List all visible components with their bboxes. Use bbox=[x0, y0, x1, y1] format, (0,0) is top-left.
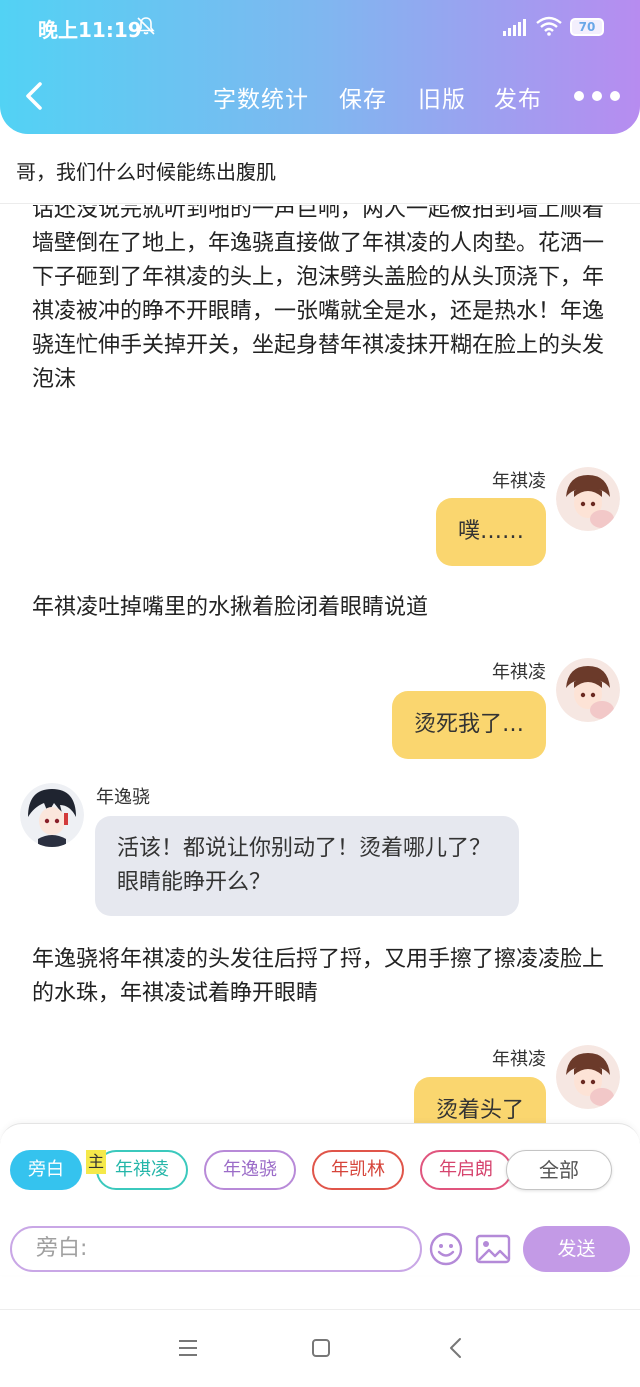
chat-bubble-self[interactable]: 烫着头了 bbox=[413, 1077, 546, 1123]
speaker-name: 年祺凌 bbox=[492, 471, 546, 492]
avatar-nian-qiling[interactable] bbox=[556, 658, 620, 722]
narration-text[interactable]: 年祺凌吐掉嘴里的水揪着脸闭着眼睛说道 bbox=[32, 591, 607, 625]
send-button[interactable]: 发送 bbox=[523, 1226, 630, 1272]
avatar-nian-qiling[interactable] bbox=[556, 1045, 620, 1109]
image-icon[interactable] bbox=[475, 1234, 511, 1264]
publish-button[interactable]: 发布 bbox=[494, 80, 542, 114]
battery-indicator: 70 bbox=[570, 18, 604, 36]
more-options-icon[interactable] bbox=[572, 88, 622, 104]
speaker-name: 年祺凌 bbox=[492, 1049, 546, 1070]
role-chip-char-1[interactable]: 年祺凌 bbox=[96, 1150, 188, 1190]
avatar-nian-yixiao[interactable] bbox=[20, 783, 84, 847]
narration-text[interactable]: 年逸骁将年祺凌的头发往后捋了捋，又用手擦了擦凌凌脸上的水珠，年祺凌试着睁开眼睛 bbox=[32, 943, 607, 1011]
status-time: 晚上11:19 bbox=[38, 18, 142, 42]
home-icon[interactable] bbox=[311, 1338, 331, 1358]
chat-bubble-self[interactable]: 烫死我了… bbox=[391, 691, 546, 759]
chat-bubble-self[interactable]: 噗…… bbox=[435, 498, 546, 566]
message-input[interactable]: 旁白: bbox=[10, 1226, 422, 1272]
wifi-icon bbox=[536, 16, 562, 36]
speaker-name: 年逸骁 bbox=[96, 787, 150, 808]
save-button[interactable]: 保存 bbox=[339, 80, 387, 114]
narration-text[interactable]: 话还没说完就听到啪的一声巨响，两人一起被拍到墙上顺着墙壁倒在了地上，年逸骁直接做… bbox=[32, 205, 607, 397]
word-count-button[interactable]: 字数统计 bbox=[213, 80, 309, 114]
role-chip-char-4[interactable]: 年启朗 bbox=[420, 1150, 512, 1190]
signal-icon bbox=[503, 19, 526, 36]
status-bar: 晚上11:19 70 bbox=[0, 0, 640, 56]
speaker-name: 年祺凌 bbox=[492, 662, 546, 683]
role-chip-char-2[interactable]: 年逸骁 bbox=[204, 1150, 296, 1190]
chat-bubble-other[interactable]: 活该！都说让你别动了！烫着哪儿了？眼睛能睁开么？ bbox=[95, 816, 519, 916]
conversation-area[interactable]: 话还没说完就听到啪的一声巨响，两人一起被拍到墙上顺着墙壁倒在了地上，年逸骁直接做… bbox=[0, 205, 640, 1123]
role-chip-narrator[interactable]: 旁白 bbox=[10, 1150, 82, 1190]
system-back-icon[interactable] bbox=[448, 1337, 462, 1359]
mute-bell-icon bbox=[137, 17, 155, 35]
emoji-icon[interactable] bbox=[429, 1232, 463, 1266]
old-version-button[interactable]: 旧版 bbox=[418, 80, 466, 114]
recent-apps-icon[interactable] bbox=[178, 1339, 198, 1357]
avatar-nian-qiling[interactable] bbox=[556, 467, 620, 531]
main-role-badge: 主 bbox=[86, 1150, 106, 1174]
role-chip-all[interactable]: 全部 bbox=[506, 1150, 612, 1190]
role-chip-char-3[interactable]: 年凯林 bbox=[312, 1150, 404, 1190]
header-bar: 晚上11:19 70 字数统计 保存 旧版 发布 bbox=[0, 0, 640, 134]
back-arrow-icon[interactable] bbox=[20, 80, 48, 112]
story-title[interactable]: 哥，我们什么时候能练出腹肌 bbox=[16, 156, 276, 185]
